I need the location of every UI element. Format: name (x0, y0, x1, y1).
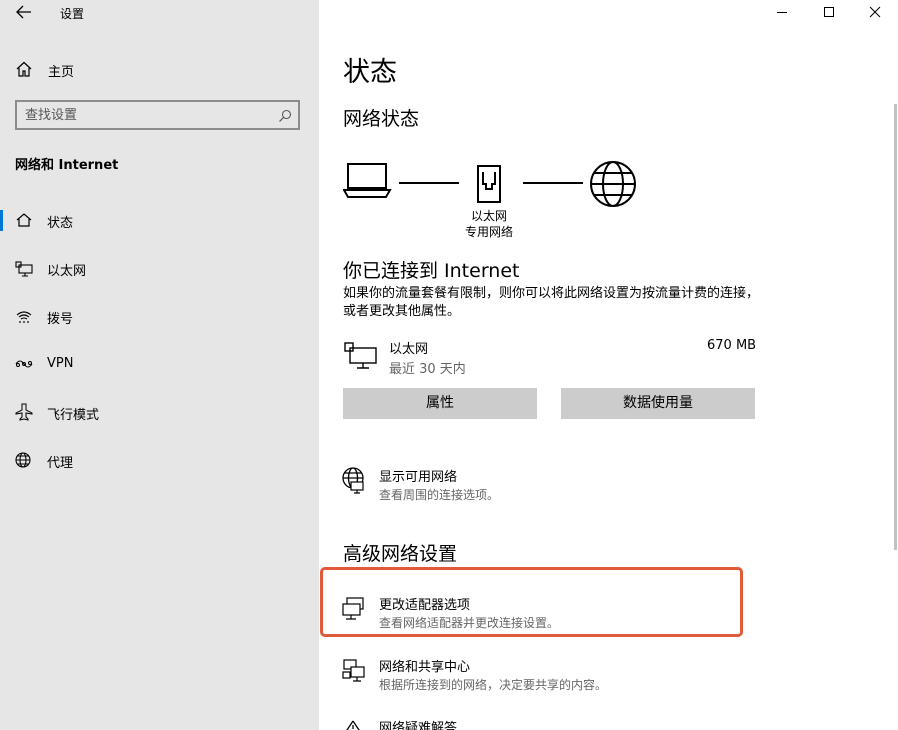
connected-desc: 如果你的流量套餐有限制，则你可以将此网络设置为按流量计费的连接，或者更改其他属性… (343, 286, 760, 319)
show-networks-title: 显示可用网络 (379, 470, 458, 485)
close-icon[interactable] (867, 4, 883, 20)
network-status-heading: 网络状态 (343, 108, 420, 130)
diagram-line (523, 182, 583, 184)
search-input[interactable] (25, 106, 265, 124)
dialup-icon (14, 307, 34, 325)
sidebar-item-label: 状态 (47, 216, 74, 231)
window-title: 设置 (60, 7, 85, 21)
diagram-label-network: 专用网络 (464, 225, 513, 239)
sidebar-item-ethernet[interactable]: 以太网 (0, 248, 319, 288)
globe-network-icon (341, 466, 367, 498)
maximize-icon[interactable] (821, 4, 837, 20)
sidebar-home-label: 主页 (48, 65, 75, 80)
page-title: 状态 (343, 57, 397, 88)
section-title: 网络和 Internet (15, 158, 119, 173)
selected-indicator (0, 210, 3, 231)
sidebar-item-label: 拨号 (47, 312, 74, 327)
troubleshoot-link[interactable]: 网络疑难解答 (341, 714, 741, 730)
airplane-icon (14, 403, 34, 421)
sharing-center-desc: 根据所连接到的网络，决定要共享的内容。 (379, 678, 608, 692)
sidebar-item-label: 代理 (47, 456, 74, 471)
adapter-period: 最近 30 天内 (389, 362, 466, 377)
show-networks-link[interactable]: 显示可用网络 查看周围的连接选项。 (341, 462, 741, 504)
change-adapter-desc: 查看网络适配器并更改连接设置。 (379, 616, 560, 630)
ethernet-port-icon (476, 164, 504, 208)
change-adapter-title: 更改适配器选项 (379, 598, 471, 613)
main-panel: 状态 网络状态 以太网 专用网络 你已连接到 Internet 如果你的流量套餐… (319, 0, 898, 730)
troubleshoot-title: 网络疑难解答 (379, 721, 458, 730)
sidebar: 设置 主页 网络和 Internet 状态 以太网 拨号 (0, 0, 319, 730)
adapter-usage: 670 MB (707, 338, 757, 353)
sidebar-item-label: VPN (47, 356, 74, 371)
scrollbar[interactable] (894, 104, 897, 550)
globe-icon (14, 451, 34, 469)
show-networks-desc: 查看周围的连接选项。 (379, 488, 500, 502)
sidebar-item-status[interactable]: 状态 (0, 200, 319, 240)
ethernet-icon (14, 259, 34, 277)
data-usage-button[interactable]: 数据使用量 (561, 388, 755, 419)
sharing-center-title: 网络和共享中心 (379, 660, 471, 675)
internet-globe-icon (589, 160, 639, 212)
sharing-center-icon (341, 658, 367, 688)
change-adapter-options-link[interactable]: 更改适配器选项 查看网络适配器并更改连接设置。 (341, 590, 741, 632)
warning-icon (343, 718, 363, 730)
search-icon[interactable] (278, 108, 292, 127)
diagram-label: 以太网 专用网络 (449, 208, 529, 240)
sidebar-item-vpn[interactable]: VPN (0, 344, 319, 384)
sidebar-item-dialup[interactable]: 拨号 (0, 296, 319, 336)
properties-button[interactable]: 属性 (343, 388, 537, 419)
adapter-name: 以太网 (389, 342, 429, 357)
laptop-icon (342, 160, 393, 208)
sharing-center-link[interactable]: 网络和共享中心 根据所连接到的网络，决定要共享的内容。 (341, 652, 741, 694)
home-icon (15, 60, 35, 78)
vpn-icon (14, 355, 34, 373)
diagram-line (399, 182, 459, 184)
search-box[interactable] (15, 100, 300, 130)
home-status-icon (14, 211, 34, 229)
sidebar-home[interactable]: 主页 (0, 48, 319, 88)
back-arrow-icon[interactable] (14, 4, 34, 20)
sidebar-item-proxy[interactable]: 代理 (0, 440, 319, 480)
adapter-monitor-icon (341, 596, 367, 626)
connected-heading: 你已连接到 Internet (343, 260, 520, 282)
advanced-heading: 高级网络设置 (343, 543, 458, 565)
sidebar-item-label: 以太网 (47, 264, 87, 279)
network-diagram (342, 160, 643, 212)
sidebar-item-label: 飞行模式 (47, 408, 100, 423)
sidebar-item-airplane[interactable]: 飞行模式 (0, 392, 319, 432)
ethernet-adapter-icon (343, 340, 379, 374)
diagram-label-type: 以太网 (470, 209, 507, 223)
minimize-icon[interactable] (774, 4, 790, 20)
